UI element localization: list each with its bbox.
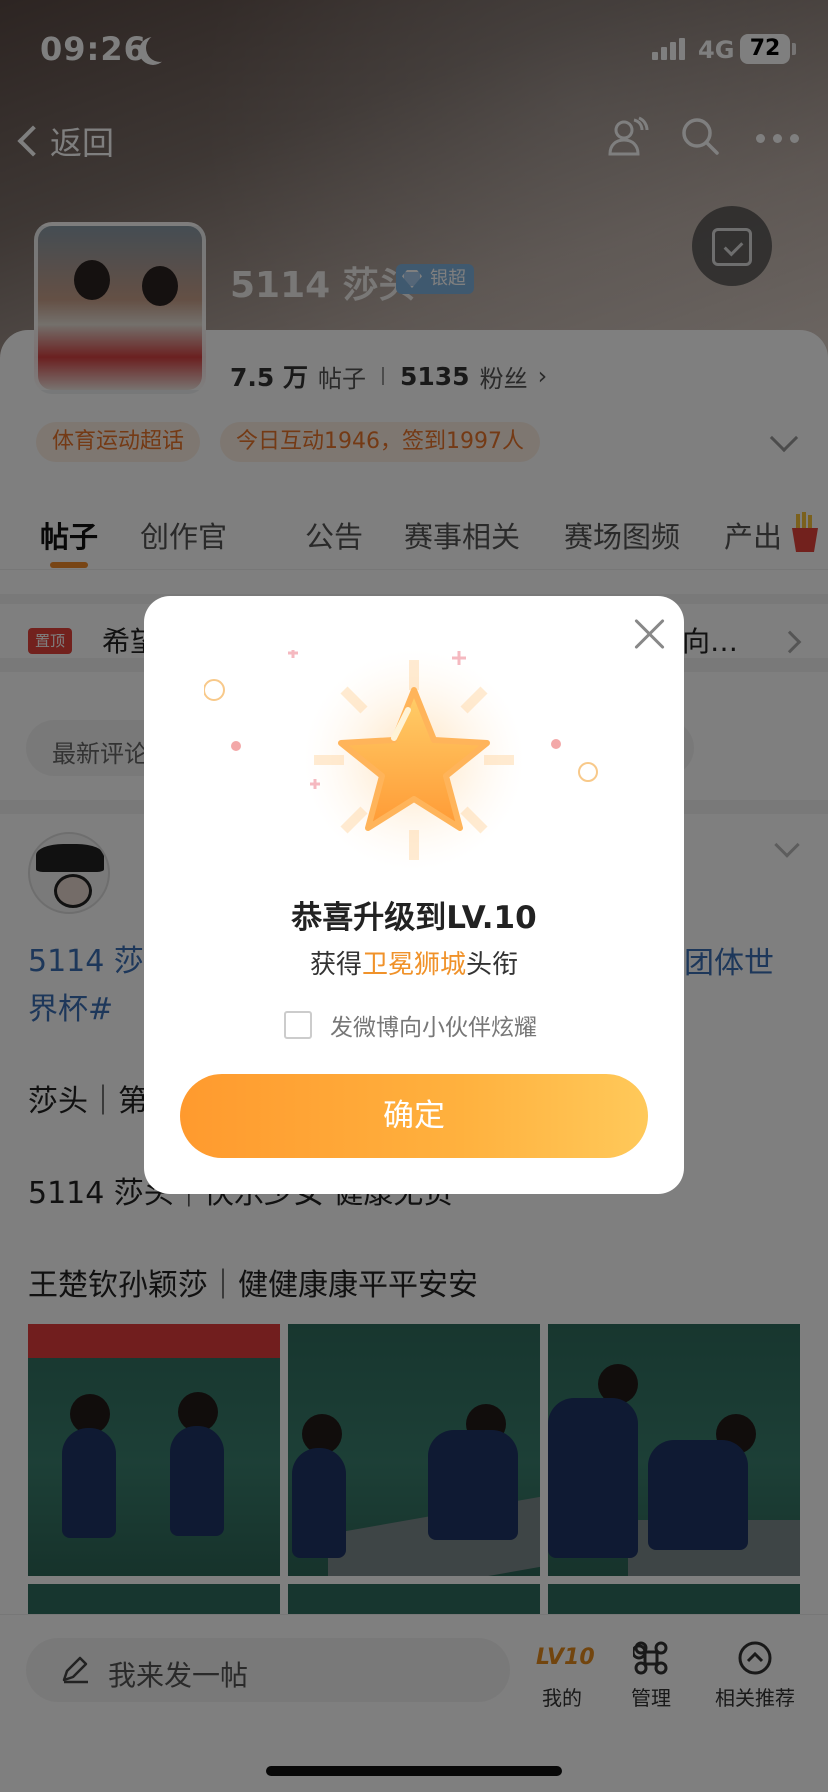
dialog-subtitle: 获得卫冕狮城头衔 (144, 944, 684, 981)
share-label: 发微博向小伙伴炫耀 (330, 1015, 537, 1041)
level-up-dialog: 恭喜升级到LV.10 获得卫冕狮城头衔 发微博向小伙伴炫耀 确定 (144, 596, 684, 1194)
dialog-title: 恭喜升级到LV.10 (291, 900, 537, 936)
title-highlight: 卫冕狮城 (361, 950, 466, 980)
star-icon (204, 650, 598, 870)
confirm-button[interactable]: 确定 (180, 1074, 648, 1158)
share-checkbox[interactable] (284, 1011, 312, 1039)
subtitle-prefix: 获得 (309, 950, 362, 980)
subtitle-suffix: 头衔 (466, 950, 519, 980)
share-option[interactable]: 发微博向小伙伴炫耀 (284, 1008, 537, 1042)
close-icon[interactable] (632, 616, 668, 652)
